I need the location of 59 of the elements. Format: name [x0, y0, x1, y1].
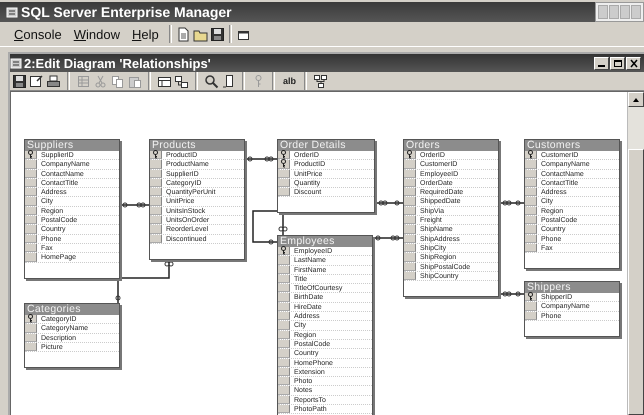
row-selector[interactable]	[25, 315, 37, 324]
scrollbar-thumb[interactable]	[628, 149, 644, 415]
up-arrow-icon	[632, 96, 640, 102]
table-title: Suppliers	[25, 140, 119, 151]
properties-icon[interactable]	[29, 74, 44, 88]
row-selector[interactable]	[278, 160, 290, 169]
table-title: Products	[150, 140, 244, 151]
relationship-line[interactable]	[499, 200, 524, 206]
row-selector[interactable]	[525, 151, 537, 160]
minimize-icon	[598, 65, 605, 67]
key-icon	[27, 314, 34, 324]
page-icon[interactable]	[221, 74, 236, 88]
search-icon[interactable]	[204, 74, 219, 88]
row-selector[interactable]	[404, 151, 416, 160]
copy-icon[interactable]	[110, 74, 125, 88]
app-title: SQL Server Enterprise Manager	[20, 4, 232, 20]
label-button[interactable]: alb	[281, 76, 298, 86]
row-selector[interactable]	[525, 293, 537, 302]
table-title: Employees	[278, 236, 372, 247]
key-icon	[152, 150, 159, 160]
printer-icon[interactable]	[46, 74, 61, 88]
save-icon[interactable]	[210, 26, 225, 42]
maximize-button[interactable]	[610, 56, 625, 70]
menu-item[interactable]: Help	[126, 24, 165, 44]
row-selector[interactable]	[25, 151, 37, 160]
maximize-icon	[612, 58, 622, 68]
table-title: Order Details	[278, 140, 374, 151]
diagram-icon[interactable]	[313, 74, 328, 88]
window-title: 2:Edit Diagram 'Relationships'	[23, 56, 211, 70]
relationship-line[interactable]	[120, 202, 149, 208]
minimize-button[interactable]	[594, 56, 609, 70]
close-icon	[628, 58, 638, 68]
relationship-line[interactable]	[499, 292, 524, 296]
table-title: Orders	[404, 140, 498, 151]
relationship-line[interactable]	[375, 200, 403, 206]
key-icon	[27, 150, 34, 160]
menu-item[interactable]: Console	[8, 24, 68, 44]
related-tables-icon[interactable]	[174, 74, 189, 88]
table-title: Shippers	[525, 282, 619, 293]
row-selector[interactable]	[278, 151, 290, 160]
row-selector[interactable]	[150, 151, 162, 160]
key-icon	[406, 150, 413, 160]
app-icon	[6, 5, 18, 19]
scissors-icon[interactable]	[93, 74, 108, 88]
key-icon	[527, 150, 534, 160]
menu-item[interactable]: Window	[68, 24, 126, 44]
close-button[interactable]	[626, 56, 641, 70]
new-file-icon[interactable]	[176, 26, 191, 42]
relationship-line[interactable]	[373, 236, 403, 240]
scroll-up-button[interactable]	[628, 92, 644, 107]
relationship-line[interactable]	[245, 156, 277, 162]
key-icon	[527, 292, 534, 302]
window-icon	[10, 56, 22, 70]
table-title: Categories	[25, 304, 119, 315]
table-title: Customers	[525, 140, 619, 151]
grid-icon[interactable]	[76, 74, 91, 88]
save-icon[interactable]	[12, 74, 27, 88]
row-selector[interactable]	[278, 247, 290, 256]
key-icon	[280, 246, 287, 256]
